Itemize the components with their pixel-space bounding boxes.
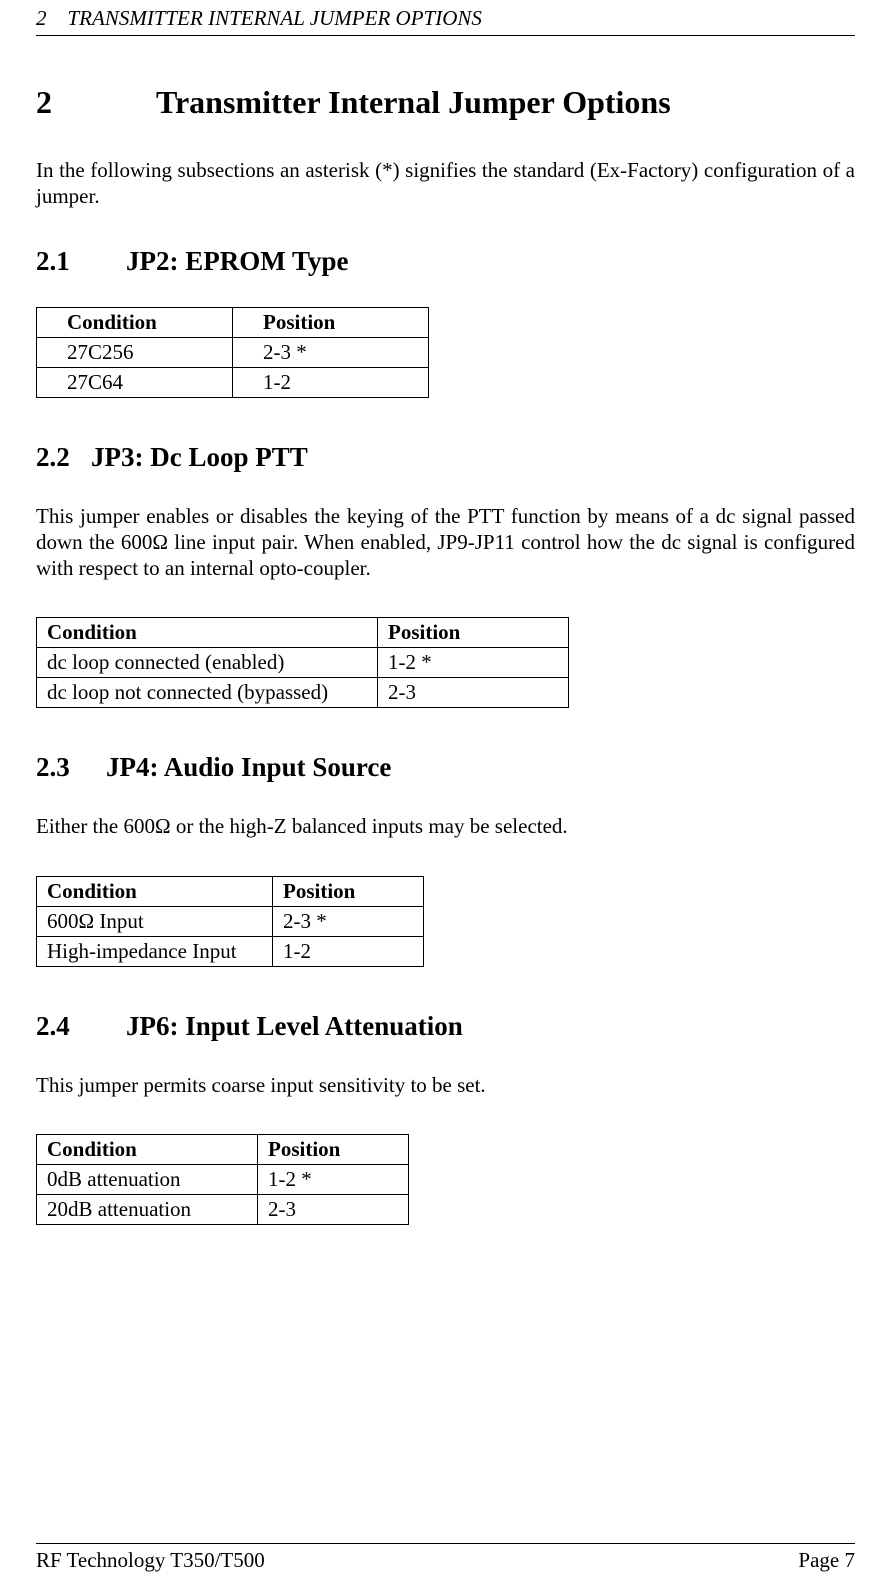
cell-condition: High-impedance Input xyxy=(37,936,273,966)
section-2-4-heading: 2.4JP6: Input Level Attenuation xyxy=(36,1011,855,1042)
section-title: JP2: EPROM Type xyxy=(126,246,349,276)
cell-condition: 27C256 xyxy=(37,337,233,367)
table-header-row: Condition Position xyxy=(37,876,424,906)
section-title: JP4: Audio Input Source xyxy=(106,752,391,782)
table-row: dc loop connected (enabled) 1-2 * xyxy=(37,648,569,678)
section-2-1-heading: 2.1JP2: EPROM Type xyxy=(36,246,855,277)
cell-condition: 20dB attenuation xyxy=(37,1194,258,1224)
cell-position: 2-3 xyxy=(258,1194,409,1224)
section-title: JP6: Input Level Attenuation xyxy=(126,1011,463,1041)
cell-position: 1-2 * xyxy=(258,1164,409,1194)
running-header: 2 TRANSMITTER INTERNAL JUMPER OPTIONS xyxy=(36,0,855,36)
section-2-3-body: Either the 600Ω or the high-Z balanced i… xyxy=(36,813,855,839)
footer-left: RF Technology T350/T500 xyxy=(36,1548,265,1573)
col-condition: Condition xyxy=(37,618,378,648)
col-position: Position xyxy=(233,307,429,337)
table-header-row: Condition Position xyxy=(37,307,429,337)
page: 2 TRANSMITTER INTERNAL JUMPER OPTIONS 2T… xyxy=(0,0,891,1593)
chapter-heading: 2Transmitter Internal Jumper Options xyxy=(36,84,855,121)
section-number: 2.3 xyxy=(36,752,106,783)
table-header-row: Condition Position xyxy=(37,1134,409,1164)
section-2-3-heading: 2.3JP4: Audio Input Source xyxy=(36,752,855,783)
col-position: Position xyxy=(258,1134,409,1164)
intro-paragraph: In the following subsections an asterisk… xyxy=(36,157,855,210)
col-position: Position xyxy=(273,876,424,906)
cell-position: 2-3 * xyxy=(233,337,429,367)
cell-position: 1-2 * xyxy=(378,648,569,678)
cell-position: 2-3 xyxy=(378,678,569,708)
section-2-2-heading: 2.2JP3: Dc Loop PTT xyxy=(36,442,855,473)
cell-condition: 600Ω Input xyxy=(37,906,273,936)
table-row: 600Ω Input 2-3 * xyxy=(37,906,424,936)
section-title: JP3: Dc Loop PTT xyxy=(91,442,308,472)
cell-condition: 0dB attenuation xyxy=(37,1164,258,1194)
section-2-4-body: This jumper permits coarse input sensiti… xyxy=(36,1072,855,1098)
table-row: 0dB attenuation 1-2 * xyxy=(37,1164,409,1194)
cell-condition: 27C64 xyxy=(37,367,233,397)
chapter-title: Transmitter Internal Jumper Options xyxy=(156,84,671,120)
cell-condition: dc loop not connected (bypassed) xyxy=(37,678,378,708)
section-number: 2.4 xyxy=(36,1011,126,1042)
chapter-number: 2 xyxy=(36,84,156,121)
footer-right: Page 7 xyxy=(798,1548,855,1573)
col-condition: Condition xyxy=(37,307,233,337)
table-row: 27C64 1-2 xyxy=(37,367,429,397)
jp6-table: Condition Position 0dB attenuation 1-2 *… xyxy=(36,1134,409,1225)
cell-position: 1-2 xyxy=(233,367,429,397)
col-position: Position xyxy=(378,618,569,648)
table-row: High-impedance Input 1-2 xyxy=(37,936,424,966)
table-row: 20dB attenuation 2-3 xyxy=(37,1194,409,1224)
table-row: dc loop not connected (bypassed) 2-3 xyxy=(37,678,569,708)
cell-position: 1-2 xyxy=(273,936,424,966)
cell-position: 2-3 * xyxy=(273,906,424,936)
section-2-2-body: This jumper enables or disables the keyi… xyxy=(36,503,855,582)
jp3-table: Condition Position dc loop connected (en… xyxy=(36,617,569,708)
table-header-row: Condition Position xyxy=(37,618,569,648)
section-number: 2.2 xyxy=(36,442,91,473)
page-footer: RF Technology T350/T500 Page 7 xyxy=(36,1543,855,1573)
jp2-table: Condition Position 27C256 2-3 * 27C64 1-… xyxy=(36,307,429,398)
cell-condition: dc loop connected (enabled) xyxy=(37,648,378,678)
col-condition: Condition xyxy=(37,876,273,906)
col-condition: Condition xyxy=(37,1134,258,1164)
section-number: 2.1 xyxy=(36,246,126,277)
jp4-table: Condition Position 600Ω Input 2-3 * High… xyxy=(36,876,424,967)
table-row: 27C256 2-3 * xyxy=(37,337,429,367)
